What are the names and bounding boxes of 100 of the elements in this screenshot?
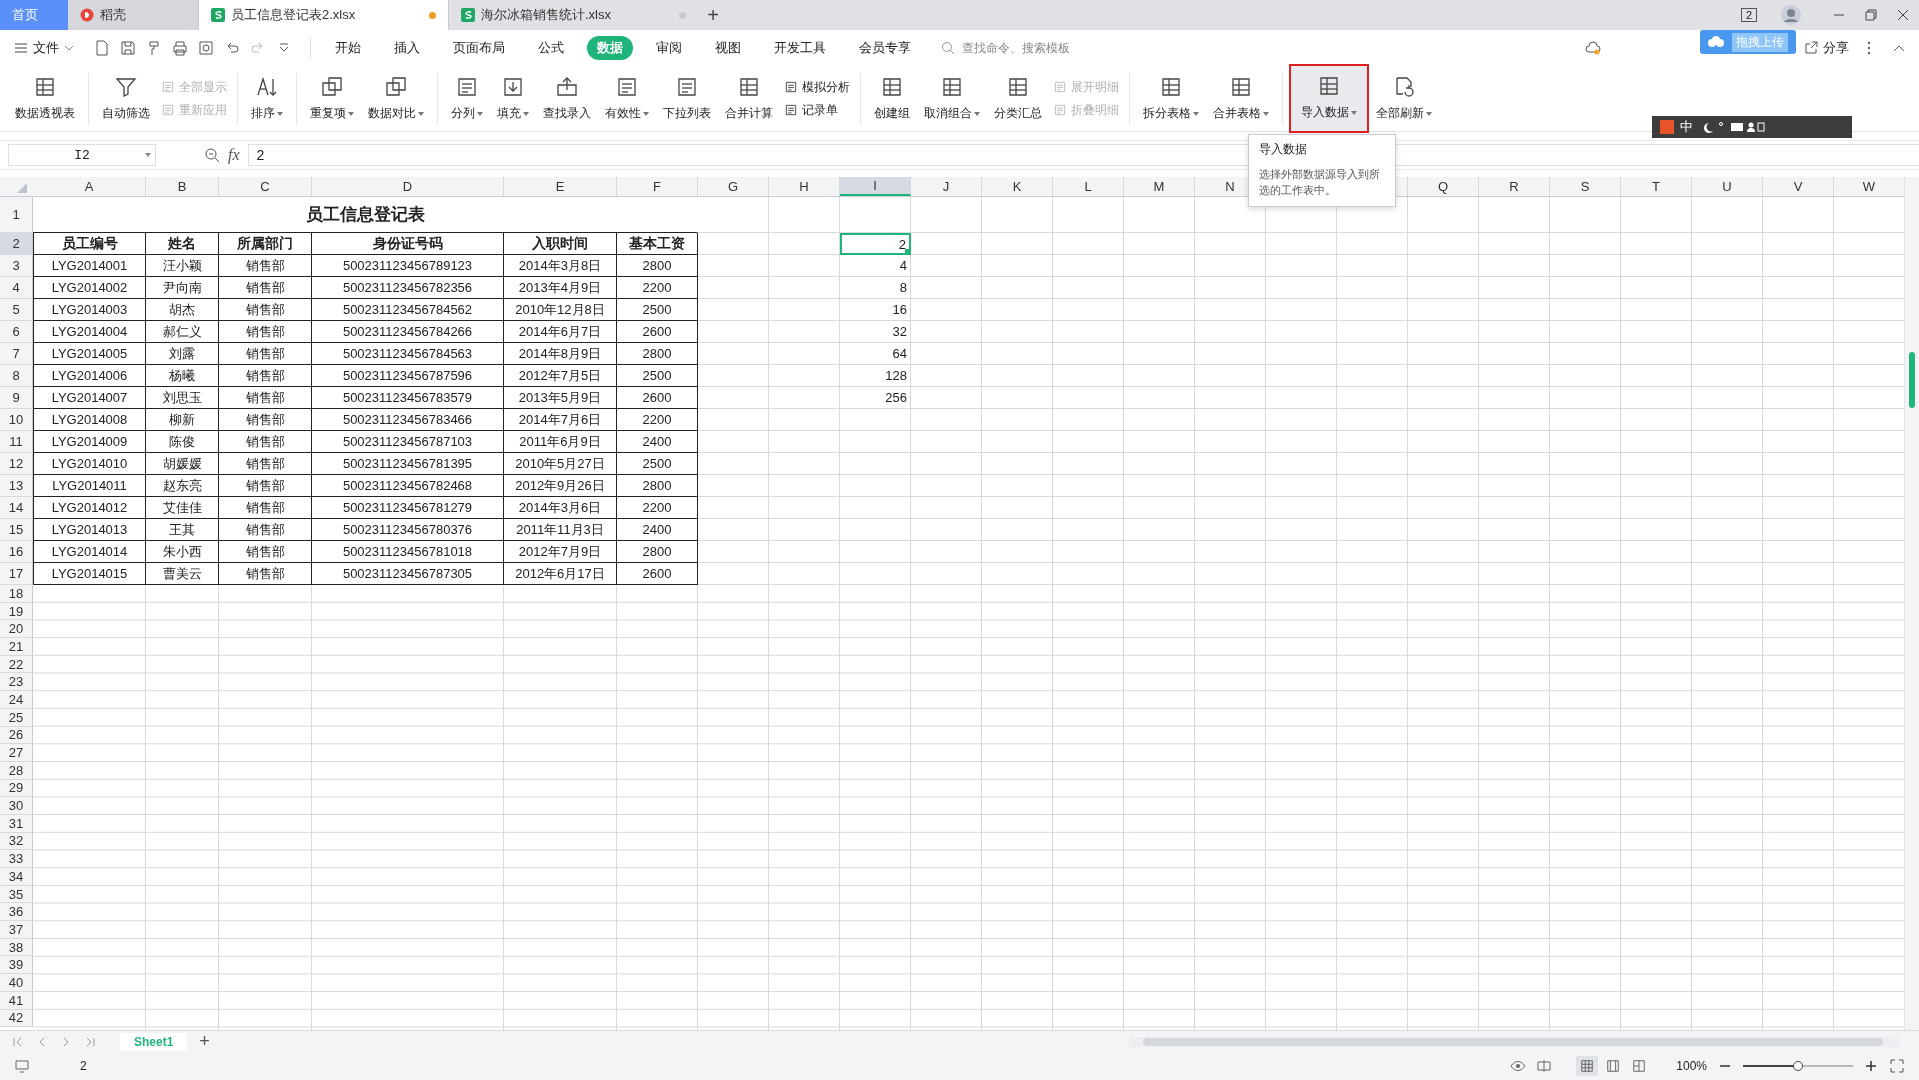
column-header[interactable]: T xyxy=(1621,177,1692,196)
ribbon-button[interactable]: 合并计算 xyxy=(718,69,780,128)
menu-tab[interactable]: 视图 xyxy=(705,36,751,60)
row-number[interactable]: 37 xyxy=(0,921,33,939)
row-number[interactable]: 3 xyxy=(0,255,33,277)
add-sheet-button[interactable]: + xyxy=(199,1031,210,1052)
row-number[interactable]: 27 xyxy=(0,744,33,762)
vertical-scrollbar[interactable] xyxy=(1904,177,1919,1030)
cloud-icon[interactable] xyxy=(1585,40,1601,56)
first-sheet-icon[interactable] xyxy=(12,1035,24,1048)
ribbon-button[interactable]: 拆分表格 xyxy=(1136,69,1206,128)
row-number[interactable]: 24 xyxy=(0,691,33,709)
row-number[interactable]: 30 xyxy=(0,797,33,815)
ribbon-button[interactable]: 填充 xyxy=(490,69,536,128)
row-number[interactable]: 33 xyxy=(0,850,33,868)
save-icon[interactable] xyxy=(120,40,136,56)
column-header[interactable]: I xyxy=(840,177,911,196)
column-header[interactable]: B xyxy=(146,177,219,196)
column-header[interactable]: M xyxy=(1124,177,1195,196)
row-number[interactable]: 39 xyxy=(0,956,33,975)
file-menu[interactable]: 文件 xyxy=(14,39,74,57)
menu-tab[interactable]: 页面布局 xyxy=(443,36,515,60)
document-tab[interactable]: 稻壳 xyxy=(68,0,198,30)
row-number[interactable]: 36 xyxy=(0,903,33,922)
menu-tab[interactable]: 插入 xyxy=(384,36,430,60)
ribbon-button[interactable]: 有效性 xyxy=(598,69,656,128)
column-header[interactable]: J xyxy=(911,177,982,196)
restore-icon[interactable] xyxy=(1865,9,1877,21)
ribbon-button[interactable]: 全部刷新 xyxy=(1369,69,1439,128)
ribbon-button[interactable]: 创建组 xyxy=(867,69,917,128)
ribbon-button[interactable]: 数据透视表 xyxy=(8,69,82,128)
column-header[interactable]: A xyxy=(33,177,146,196)
column-header[interactable]: V xyxy=(1763,177,1834,196)
row-number[interactable]: 10 xyxy=(0,409,33,431)
row-number[interactable]: 4 xyxy=(0,277,33,299)
row-number[interactable]: 11 xyxy=(0,431,33,453)
ribbon-button[interactable]: 分列 xyxy=(444,69,490,128)
view-mode-button[interactable] xyxy=(1576,1056,1599,1076)
ribbon-button[interactable]: 分类汇总 xyxy=(987,69,1049,128)
share-button[interactable]: 分享 xyxy=(1803,39,1849,57)
zoom-in-icon[interactable] xyxy=(1863,1058,1879,1074)
row-number[interactable]: 34 xyxy=(0,868,33,886)
row-number[interactable]: 16 xyxy=(0,541,33,563)
column-header[interactable]: S xyxy=(1550,177,1621,196)
row-number[interactable]: 2 xyxy=(0,233,33,255)
row-number[interactable]: 9 xyxy=(0,387,33,409)
row-number[interactable]: 40 xyxy=(0,974,33,992)
ribbon-button[interactable]: 查找录入 xyxy=(536,69,598,128)
fullscreen-icon[interactable] xyxy=(1889,1058,1905,1074)
ribbon-button[interactable]: 排序 xyxy=(244,69,290,128)
format-painter-icon[interactable] xyxy=(146,40,162,56)
row-number[interactable]: 6 xyxy=(0,321,33,343)
function-label[interactable]: fx xyxy=(228,146,240,164)
row-number[interactable]: 17 xyxy=(0,563,33,585)
input-method-bar[interactable]: 中 xyxy=(1652,116,1852,138)
ribbon-button[interactable]: 合并表格 xyxy=(1206,69,1276,128)
row-number[interactable]: 8 xyxy=(0,365,33,387)
menu-tab[interactable]: 公式 xyxy=(528,36,574,60)
row-number[interactable]: 15 xyxy=(0,519,33,541)
column-header[interactable]: K xyxy=(982,177,1053,196)
menu-tab[interactable]: 开始 xyxy=(325,36,371,60)
print-icon[interactable] xyxy=(172,40,188,56)
close-icon[interactable] xyxy=(1897,9,1909,21)
row-number[interactable]: 18 xyxy=(0,585,33,603)
row-number[interactable]: 14 xyxy=(0,497,33,519)
row-number[interactable]: 21 xyxy=(0,638,33,656)
document-tab[interactable]: 海尔冰箱销售统计.xlsx xyxy=(448,0,698,30)
column-header[interactable]: D xyxy=(312,177,504,196)
column-header[interactable]: F xyxy=(617,177,698,196)
row-number[interactable]: 13 xyxy=(0,475,33,497)
print-preview-icon[interactable] xyxy=(198,40,214,56)
column-header[interactable]: R xyxy=(1479,177,1550,196)
ribbon-button[interactable]: 记录单 xyxy=(784,101,850,119)
column-header[interactable]: E xyxy=(504,177,617,196)
column-header[interactable]: C xyxy=(219,177,312,196)
name-box[interactable]: I2 xyxy=(8,144,156,166)
menu-tab[interactable]: 会员专享 xyxy=(849,36,921,60)
row-number[interactable]: 1 xyxy=(0,197,33,233)
ribbon-button[interactable]: 模拟分析 xyxy=(784,78,850,96)
search-icon[interactable] xyxy=(204,147,220,163)
column-header[interactable]: U xyxy=(1692,177,1763,196)
command-search-field[interactable]: 查找命令、搜索模板 xyxy=(940,40,1114,56)
row-number[interactable]: 5 xyxy=(0,299,33,321)
column-header[interactable]: L xyxy=(1053,177,1124,196)
ribbon-button[interactable]: 数据对比 xyxy=(361,69,431,128)
column-header[interactable]: Q xyxy=(1408,177,1479,196)
ribbon-button[interactable]: 取消组合 xyxy=(917,69,987,128)
menu-tab[interactable]: 开发工具 xyxy=(764,36,836,60)
row-number[interactable]: 20 xyxy=(0,620,33,639)
eye-icon[interactable] xyxy=(1510,1058,1527,1074)
ribbon-button[interactable]: 导入数据 xyxy=(1289,64,1369,133)
window-count-badge[interactable]: 2 xyxy=(1740,8,1757,22)
zoom-level[interactable]: 100% xyxy=(1676,1059,1707,1073)
document-tab[interactable]: 员工信息登记表2.xlsx xyxy=(198,0,448,30)
avatar-icon[interactable] xyxy=(1781,5,1801,25)
column-header[interactable]: G xyxy=(698,177,769,196)
menu-tab[interactable]: 审阅 xyxy=(646,36,692,60)
ribbon-button[interactable]: 重复项 xyxy=(303,69,361,128)
ribbon-button[interactable]: 自动筛选 xyxy=(95,69,157,128)
row-number[interactable]: 12 xyxy=(0,453,33,475)
